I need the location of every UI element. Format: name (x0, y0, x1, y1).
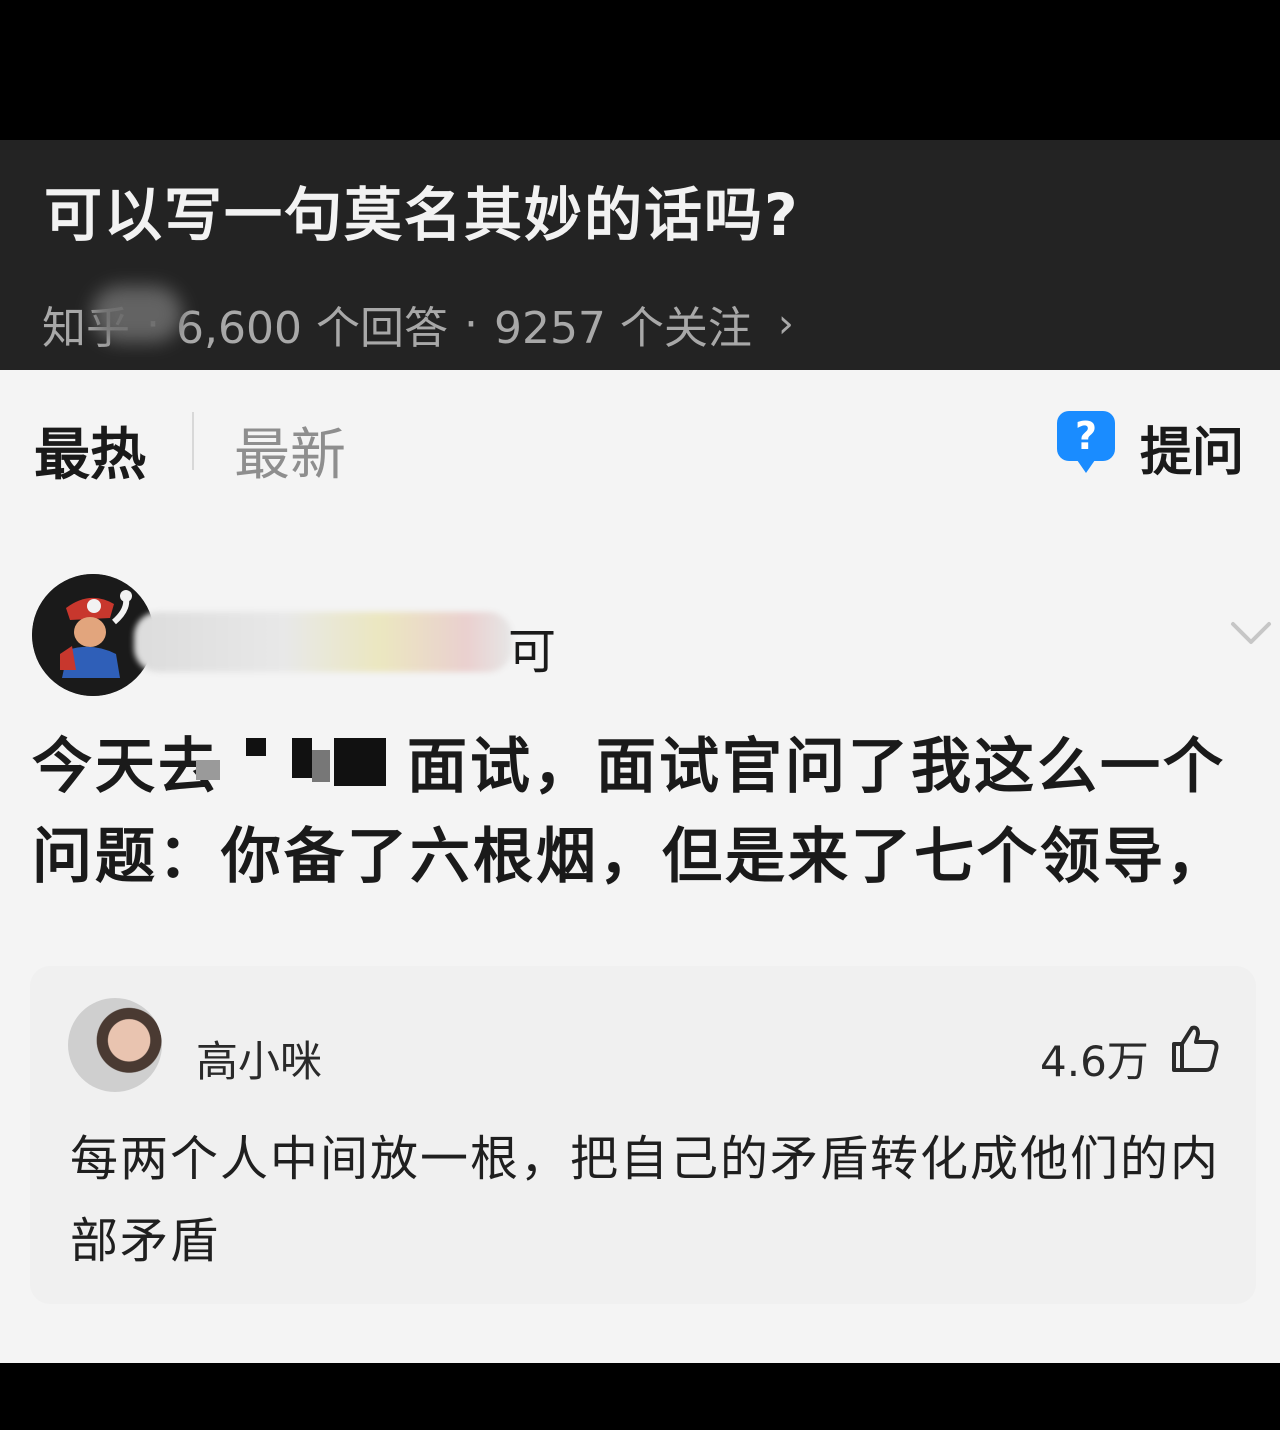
tab-divider (192, 412, 194, 470)
chevron-right-icon[interactable]: › (778, 301, 794, 347)
redaction-block (292, 738, 312, 778)
thumbs-up-icon[interactable] (1168, 1022, 1222, 1076)
meta-separator: · (463, 298, 478, 350)
like-count: 4.6万 (1040, 1037, 1149, 1086)
question-mark-icon[interactable]: ? (1057, 411, 1115, 473)
redaction-block (246, 738, 266, 756)
blurred-source (92, 286, 182, 342)
commenter-name[interactable]: 高小咪 (196, 1028, 322, 1089)
redaction-block (312, 750, 330, 782)
follower-count: 9257 个关注 (493, 303, 752, 354)
redaction-block (334, 738, 386, 786)
bottom-black-bar (0, 1363, 1280, 1430)
question-title[interactable]: 可以写一句莫名其妙的话吗? (44, 168, 800, 252)
ask-button[interactable]: 提问 (1140, 410, 1244, 485)
question-meta[interactable]: 知乎 · 6,600 个回答 · 9257 个关注 › (42, 286, 794, 356)
author-name-blurred[interactable] (134, 612, 512, 672)
comment-text: 每两个人中间放一根，把自己的矛盾转化成他们的内部矛盾 (70, 1131, 1221, 1269)
commenter-avatar[interactable] (68, 998, 162, 1092)
answer-excerpt[interactable]: 今天去面试，面试官问了我这么一个问题：你备了六根烟，但是来了七个领导，你该 (32, 722, 1252, 902)
source-label: 知乎 (42, 286, 182, 356)
tab-hot[interactable]: 最热 (34, 410, 146, 491)
chevron-down-icon[interactable] (1230, 618, 1272, 648)
redaction-block (196, 760, 220, 780)
tab-new[interactable]: 最新 (234, 410, 346, 491)
answer-text-before: 今天去 (32, 732, 221, 802)
answer-count: 6,600 个回答 (176, 303, 448, 354)
top-black-bar (0, 0, 1280, 140)
author-name-suffix: 可 (508, 624, 557, 680)
